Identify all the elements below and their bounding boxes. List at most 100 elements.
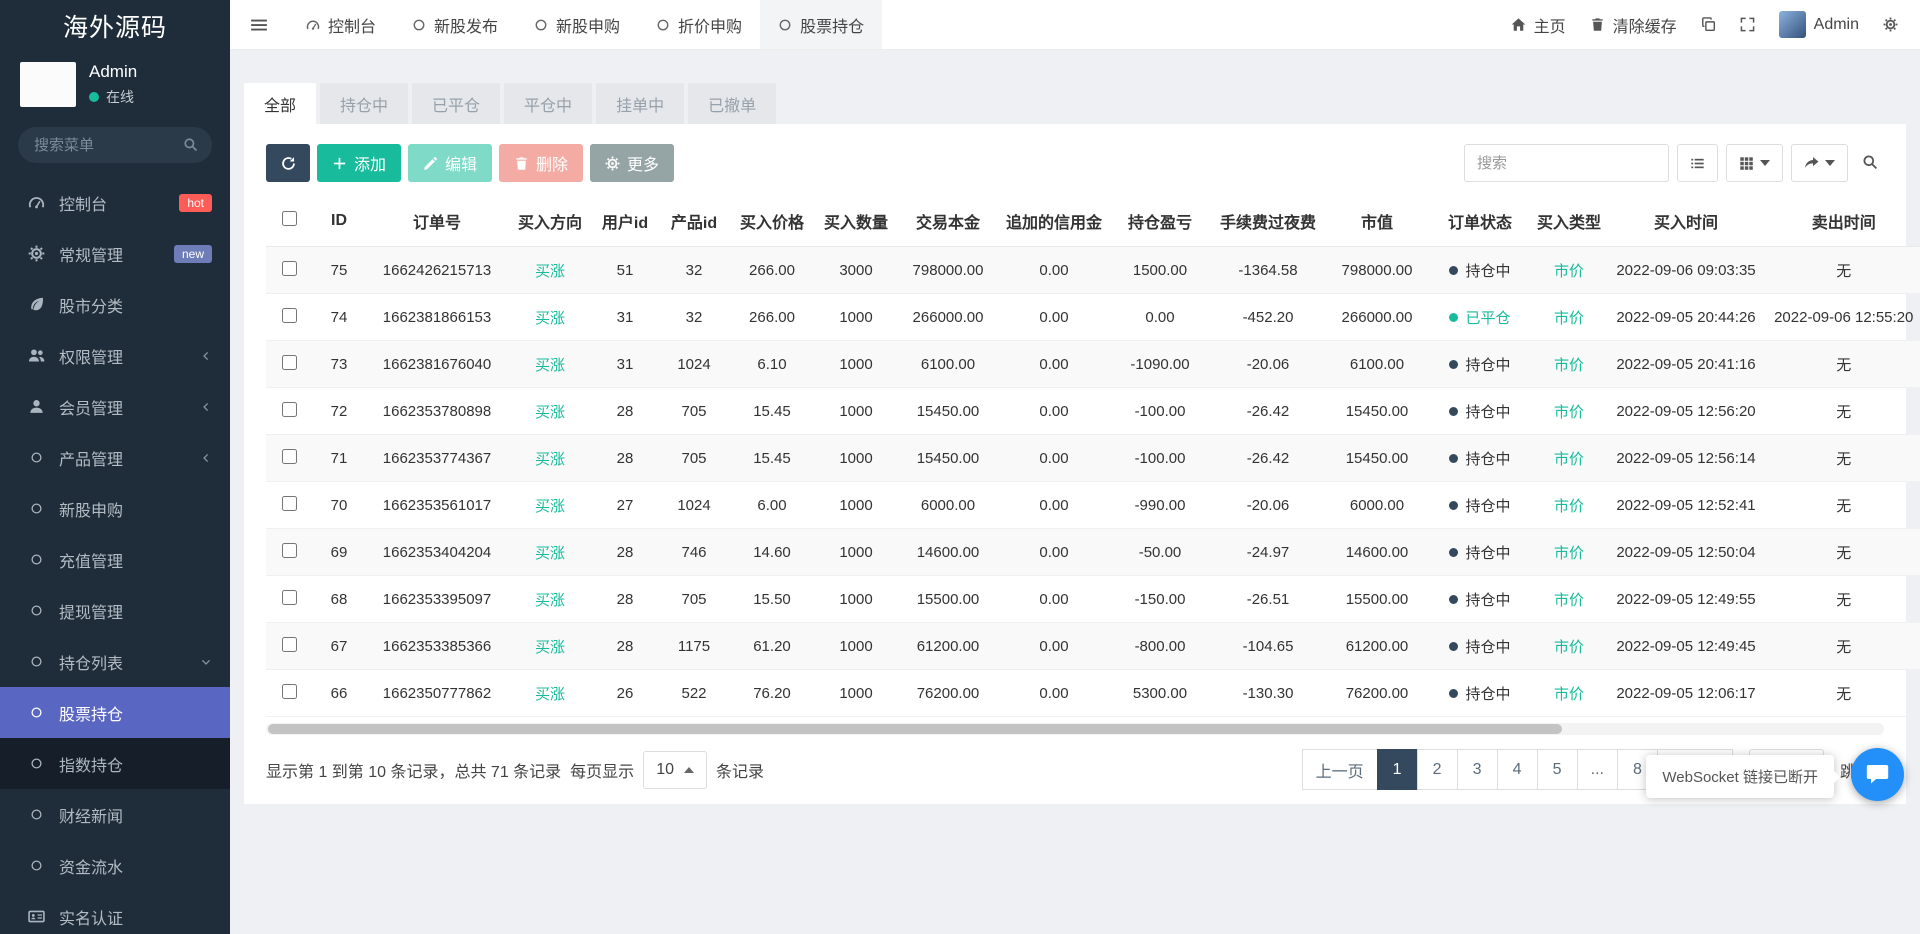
fullscreen-button[interactable]	[1740, 17, 1755, 32]
cell-status: 持仓中	[1428, 669, 1532, 717]
page-size-select[interactable]: 10	[643, 750, 707, 789]
row-checkbox[interactable]	[281, 683, 297, 699]
filter-tab-closed[interactable]: 已平仓	[412, 83, 501, 124]
columns-button[interactable]	[1726, 144, 1783, 182]
sidebar-item-stock-position[interactable]: 股票持仓	[0, 687, 230, 738]
prev-page-button[interactable]: 上一页	[1301, 749, 1378, 790]
sidebar-item-withdraw-management[interactable]: 提现管理	[0, 585, 230, 636]
sidebar-item-label: 权限管理	[59, 349, 124, 367]
sidebar-item-recharge-management[interactable]: 充值管理	[0, 534, 230, 585]
table-row: 68 1662353395097 买涨 28 705 15.50 1000 15500.00 0…	[266, 575, 1920, 623]
cell-market_value: 61200.00	[1326, 622, 1428, 670]
circle-icon	[26, 451, 46, 464]
sidebar-item-stock-category[interactable]: 股市分类	[0, 279, 230, 330]
row-checkbox[interactable]	[281, 260, 297, 276]
status-dot-icon	[1449, 359, 1459, 369]
user-status: 在线	[89, 87, 137, 107]
sidebar-item-finance-news[interactable]: 财经新闻	[0, 789, 230, 840]
cell-direction: 买涨	[508, 387, 592, 435]
nav-tab-ipo-subscription[interactable]: 新股申购	[516, 0, 638, 49]
sidebar-item-product-management[interactable]: 产品管理	[0, 432, 230, 483]
select-all-checkbox[interactable]	[281, 211, 297, 226]
scrollbar-thumb[interactable]	[268, 724, 1563, 734]
direction-value: 买涨	[534, 309, 565, 327]
caret-down-icon	[1760, 160, 1770, 166]
row-checkbox[interactable]	[281, 636, 297, 652]
more-button[interactable]: 更多	[590, 144, 675, 182]
filter-tab-closing[interactable]: 平仓中	[504, 83, 593, 124]
cell-buy_type: 市价	[1532, 246, 1606, 294]
add-button[interactable]: 添加	[317, 144, 402, 182]
cell-pnl: 5300.00	[1110, 669, 1210, 717]
horizontal-scrollbar[interactable]	[266, 723, 1884, 735]
row-checkbox[interactable]	[281, 354, 297, 370]
sidebar-item-ipo-subscription[interactable]: 新股申购	[0, 483, 230, 534]
delete-toolbar-button[interactable]: 删除	[499, 144, 584, 182]
status-label: 持仓中	[1465, 403, 1511, 421]
page-button-4[interactable]: 4	[1496, 749, 1538, 790]
sidebar-item-console[interactable]: 控制台 hot	[0, 177, 230, 228]
settings-button[interactable]	[1883, 17, 1898, 32]
column-header-product_id: 产品id	[658, 196, 730, 247]
row-checkbox[interactable]	[281, 542, 297, 558]
search-icon[interactable]	[183, 137, 198, 152]
nav-tab-console[interactable]: 控制台	[288, 0, 394, 49]
row-checkbox[interactable]	[281, 589, 297, 605]
sidebar-item-general-management[interactable]: 常规管理 new	[0, 228, 230, 279]
row-checkbox[interactable]	[281, 401, 297, 417]
gear-icon	[26, 245, 46, 262]
edit-toolbar-button[interactable]: 编辑	[408, 144, 493, 182]
menu-toggle-button[interactable]	[230, 0, 288, 49]
refresh-button[interactable]	[266, 144, 310, 182]
sidebar-item-fund-flow[interactable]: 资金流水	[0, 840, 230, 891]
sidebar-item-position-list[interactable]: 持仓列表	[0, 636, 230, 687]
cell-buy_qty: 1000	[814, 387, 898, 435]
pagination-summary: 显示第 1 到第 10 条记录，总共 71 条记录 每页显示 10 条记录	[266, 750, 764, 789]
cell-status: 持仓中	[1428, 434, 1532, 482]
clear-cache-button[interactable]: 清除缓存	[1590, 13, 1677, 37]
nav-tab-ipo-publish[interactable]: 新股发布	[394, 0, 516, 49]
row-checkbox[interactable]	[281, 448, 297, 464]
cell-sell_time: 无	[1766, 528, 1920, 576]
filter-tab-pending[interactable]: 挂单中	[596, 83, 685, 124]
list-icon	[1690, 156, 1705, 171]
row-checkbox[interactable]	[281, 495, 297, 511]
home-button[interactable]: 主页	[1511, 13, 1566, 37]
cell-pnl: -800.00	[1110, 622, 1210, 670]
cell-buy_time: 2022-09-05 12:52:41	[1606, 481, 1766, 529]
nav-tab-stock-position[interactable]: 股票持仓	[760, 0, 883, 49]
sidebar-item-label: 充值管理	[59, 553, 124, 571]
filter-tab-holding[interactable]: 持仓中	[320, 83, 409, 124]
page-button-2[interactable]: 2	[1416, 749, 1458, 790]
export-button[interactable]	[1791, 144, 1848, 182]
buy-type-value: 市价	[1553, 685, 1584, 703]
sidebar-item-member-management[interactable]: 会员管理	[0, 381, 230, 432]
filter-tab-canceled[interactable]: 已撤单	[688, 83, 777, 124]
row-checkbox[interactable]	[281, 307, 297, 323]
sidebar-item-realname-auth[interactable]: 实名认证	[0, 891, 230, 934]
copy-button[interactable]	[1701, 17, 1716, 32]
page-button-5[interactable]: 5	[1536, 749, 1578, 790]
admin-menu[interactable]: Admin	[1778, 11, 1859, 38]
column-header-buy_qty: 买入数量	[814, 196, 898, 247]
cell-fees: -20.06	[1210, 340, 1326, 388]
nav-tab-discount-subscription[interactable]: 折价申购	[638, 0, 760, 49]
home-icon	[1511, 17, 1526, 32]
page-button-1[interactable]: 1	[1376, 749, 1418, 790]
toggle-view-button[interactable]	[1677, 144, 1718, 182]
column-header-fees: 手续费过夜费	[1210, 196, 1326, 247]
chevron-down-icon	[200, 656, 212, 668]
filter-tab-all[interactable]: 全部	[244, 83, 317, 124]
direction-value: 买涨	[534, 497, 565, 515]
sidebar-item-permission-management[interactable]: 权限管理	[0, 330, 230, 381]
cell-buy_type: 市价	[1532, 669, 1606, 717]
sidebar-item-index-position[interactable]: 指数持仓	[0, 738, 230, 789]
page-size-value: 10	[656, 760, 674, 778]
cell-market_value: 6000.00	[1326, 481, 1428, 529]
page-button-3[interactable]: 3	[1456, 749, 1498, 790]
cell-id: 75	[312, 246, 366, 294]
table-search-input[interactable]	[1464, 144, 1669, 182]
search-toggle-button[interactable]	[1856, 154, 1884, 173]
chat-bubble-button[interactable]	[1851, 748, 1904, 801]
refresh-icon	[281, 156, 296, 171]
